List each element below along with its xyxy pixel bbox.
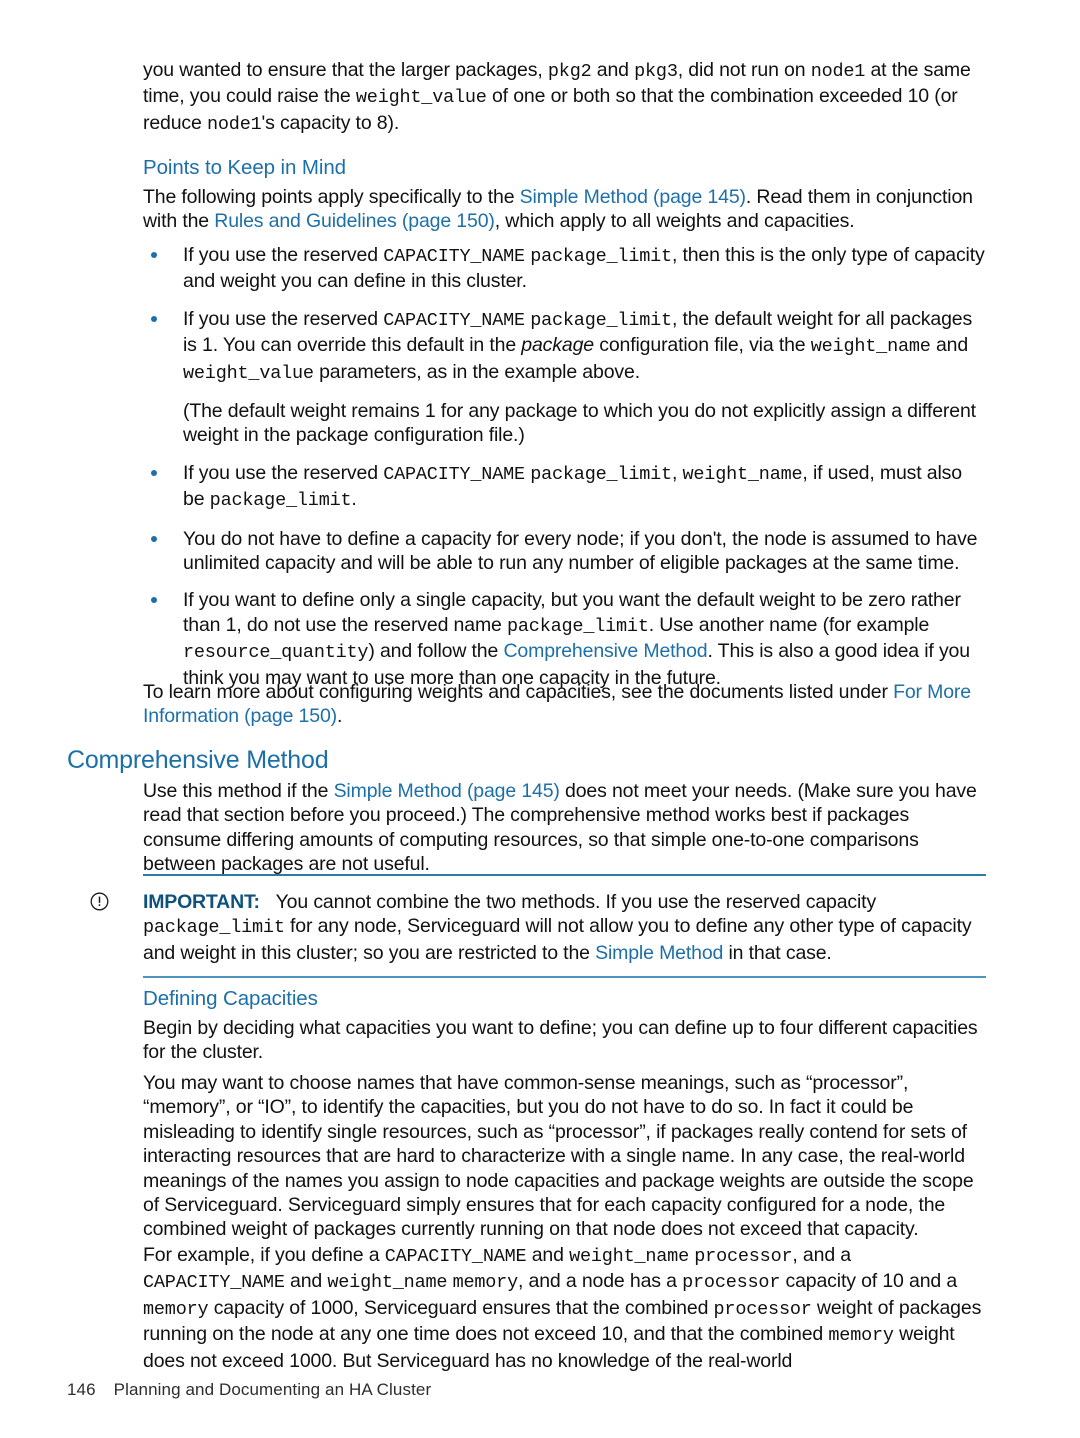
code-package-limit: package_limit xyxy=(507,615,649,637)
admonition-body: IMPORTANT: You cannot combine the two me… xyxy=(90,876,986,976)
important-admonition: IMPORTANT: You cannot combine the two me… xyxy=(90,874,986,979)
code-pkg2: pkg2 xyxy=(547,61,592,82)
heading-comprehensive-method: Comprehensive Method xyxy=(67,746,329,774)
important-label: IMPORTANT: xyxy=(143,891,260,913)
points-intro-paragraph: The following points apply specifically … xyxy=(143,185,986,234)
code-capacity-name: CAPACITY_NAME xyxy=(384,1246,527,1267)
bullet4-a: You do not have to define a capacity for… xyxy=(183,527,978,575)
bullet3-a: If you use the reserved xyxy=(183,461,384,484)
bullet2-d: configuration file, via the xyxy=(593,334,811,357)
para3-d: , and a xyxy=(792,1244,851,1266)
intro-text-c: , did not run on xyxy=(677,59,811,81)
bullet-dot-icon xyxy=(151,597,157,604)
points-intro-c: , which apply to all weights and capacit… xyxy=(494,210,855,233)
italic-package: package xyxy=(521,334,594,357)
code-package-limit: package_limit xyxy=(143,917,285,939)
para3-h: capacity of 10 and a xyxy=(780,1270,958,1293)
bullet2-f: parameters, as in the example above. xyxy=(313,360,640,383)
points-closing-b: . xyxy=(337,705,343,728)
list-item: If you want to define only a single capa… xyxy=(143,588,986,690)
code-capacity-name: CAPACITY_NAME xyxy=(383,463,525,485)
para3-b: and xyxy=(526,1244,570,1266)
defining-capacities-paragraph-1: Begin by deciding what capacities you wa… xyxy=(143,1017,978,1064)
list-item: You do not have to define a capacity for… xyxy=(143,527,986,576)
para3-a: For example, if you define a xyxy=(143,1244,385,1266)
bullet-dot-icon xyxy=(151,252,157,258)
heading-points-to-keep-in-mind: Points to Keep in Mind xyxy=(143,156,346,179)
intro-paragraph: you wanted to ensure that the larger pac… xyxy=(143,58,986,137)
code-pkg3: pkg3 xyxy=(634,61,678,82)
intro-text-f: 's capacity to 8). xyxy=(261,111,400,134)
heading-defining-capacities: Defining Capacities xyxy=(143,987,318,1010)
bullet3-c: , xyxy=(671,461,683,484)
points-closing-a: To learn more about configuring weights … xyxy=(143,681,894,703)
code-capacity-name-2: CAPACITY_NAME xyxy=(143,1272,285,1294)
points-closing-paragraph: To learn more about configuring weights … xyxy=(143,680,986,729)
bullet-dot-icon xyxy=(151,535,157,542)
bullet2-a: If you use the reserved xyxy=(183,307,384,330)
link-simple-method-page-145[interactable]: Simple Method (page 145) xyxy=(520,186,746,208)
list-item: If you use the reserved CAPACITY_NAME pa… xyxy=(143,243,986,294)
link-rules-and-guidelines-page-150[interactable]: Rules and Guidelines (page 150) xyxy=(214,210,495,232)
para3-g: , and a node has a xyxy=(517,1270,683,1293)
intro-text-a: you wanted to ensure that the larger pac… xyxy=(143,59,548,81)
points-intro-a: The following points apply specifically … xyxy=(143,186,520,208)
important-text-a: You cannot combine the two methods. If y… xyxy=(275,891,877,913)
important-circle-exclamation-icon xyxy=(90,892,109,911)
code-weight-name-2: weight_name xyxy=(327,1272,448,1294)
bullet5-b: . Use another name (for example xyxy=(648,613,930,636)
code-weight-name: weight_name xyxy=(569,1246,689,1267)
bullet-dot-icon xyxy=(151,469,157,476)
code-package-limit: package_limit xyxy=(530,309,672,331)
code-package-limit: package_limit xyxy=(530,246,672,267)
admonition-bottom-rule xyxy=(143,976,986,979)
code-weight-value: weight_value xyxy=(355,87,487,109)
code-capacity-name: CAPACITY_NAME xyxy=(383,246,525,267)
comprehensive-paragraph: Use this method if the Simple Method (pa… xyxy=(143,779,986,877)
document-page: you wanted to ensure that the larger pac… xyxy=(0,0,1080,1438)
list-item: If you use the reserved CAPACITY_NAME pa… xyxy=(143,307,986,448)
code-memory: memory xyxy=(452,1272,519,1294)
page-footer: 146 Planning and Documenting an HA Cluste… xyxy=(67,1380,431,1400)
code-processor-2: processor xyxy=(682,1272,781,1294)
defining-capacities-paragraph-3: For example, if you define a CAPACITY_NA… xyxy=(143,1243,986,1373)
code-processor-3: processor xyxy=(713,1298,812,1320)
code-node1-second: node1 xyxy=(207,113,262,135)
bullet1-a: If you use the reserved xyxy=(183,244,384,266)
page-number: 146 xyxy=(67,1380,96,1399)
code-package-limit: package_limit xyxy=(530,463,672,485)
code-weight-name: weight_name xyxy=(682,463,803,485)
bullet2-e: and xyxy=(930,334,969,357)
para3-e: and xyxy=(284,1270,328,1293)
points-bullet-list: If you use the reserved CAPACITY_NAME pa… xyxy=(143,243,986,690)
code-capacity-name: CAPACITY_NAME xyxy=(383,309,525,331)
intro-text-b: and xyxy=(591,59,635,81)
code-weight-name: weight_name xyxy=(810,336,931,358)
para3-i: capacity of 1000, Serviceguard ensures t… xyxy=(208,1296,714,1319)
bullet3-e: . xyxy=(351,488,357,511)
code-node1-first: node1 xyxy=(810,61,866,82)
link-comprehensive-method[interactable]: Comprehensive Method xyxy=(503,640,707,662)
code-resource-quantity: resource_quantity xyxy=(183,642,369,664)
code-package-limit-2: package_limit xyxy=(209,490,352,512)
defining-capacities-paragraph-2: You may want to choose names that have c… xyxy=(143,1072,974,1241)
list-item: If you use the reserved CAPACITY_NAME pa… xyxy=(143,461,986,514)
bullet-dot-icon xyxy=(151,315,157,322)
code-memory-2: memory xyxy=(143,1298,209,1320)
comprehensive-a: Use this method if the xyxy=(143,780,334,802)
code-weight-value: weight_value xyxy=(183,362,314,384)
link-simple-method-page-145-2[interactable]: Simple Method (page 145) xyxy=(334,780,560,802)
code-processor: processor xyxy=(694,1246,793,1267)
bullet2-sub-paragraph: (The default weight remains 1 for any pa… xyxy=(183,400,976,447)
link-simple-method[interactable]: Simple Method xyxy=(595,942,723,964)
code-memory-3: memory xyxy=(828,1325,894,1347)
bullet5-c: ) and follow the xyxy=(368,640,504,663)
important-text-c: in that case. xyxy=(723,941,832,964)
footer-chapter-title: Planning and Documenting an HA Cluster xyxy=(113,1380,432,1399)
